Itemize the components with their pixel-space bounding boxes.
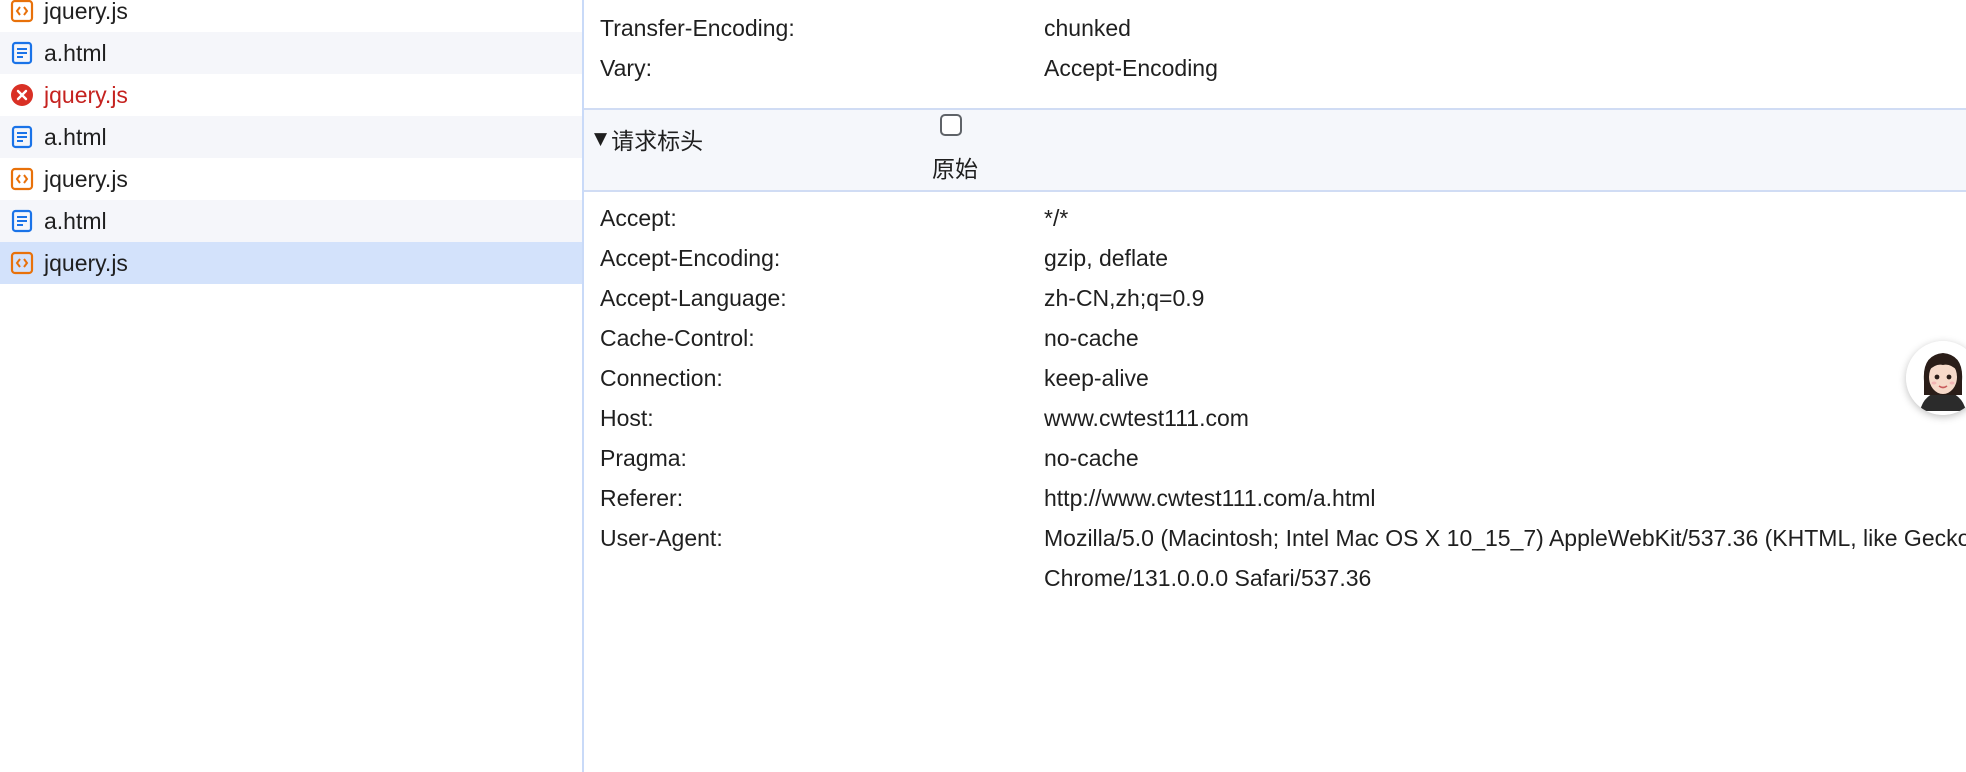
- script-icon: [10, 167, 34, 191]
- request-header-row: Cache-Control: no-cache: [584, 318, 1966, 358]
- header-name: Accept:: [600, 205, 677, 231]
- document-icon: [10, 209, 34, 233]
- header-value: zh-CN,zh;q=0.9: [1044, 285, 1205, 311]
- raw-label[interactable]: 原始: [932, 150, 978, 184]
- triangle-down-icon: ▼: [594, 129, 608, 149]
- header-value: gzip, deflate: [1044, 245, 1169, 271]
- section-title: 请求标头: [611, 128, 704, 154]
- header-value: no-cache: [1044, 445, 1139, 471]
- request-name: jquery.js: [44, 249, 128, 276]
- header-name: Pragma:: [600, 445, 687, 471]
- header-name: Cache-Control:: [600, 325, 755, 351]
- script-icon: [10, 251, 34, 275]
- header-name: Connection:: [600, 365, 723, 391]
- header-name: Referer:: [600, 485, 684, 511]
- request-row[interactable]: jquery.js: [0, 0, 582, 32]
- response-header-row: Vary: Accept-Encoding: [584, 48, 1966, 88]
- request-row[interactable]: a.html: [0, 116, 582, 158]
- header-value: Accept-Encoding: [1044, 55, 1218, 81]
- request-header-row: Host: www.cwtest111.com: [584, 398, 1966, 438]
- request-header-row: Accept-Encoding: gzip, deflate: [584, 238, 1966, 278]
- request-header-row: Accept-Language: zh-CN,zh;q=0.9: [584, 278, 1966, 318]
- document-icon: [10, 41, 34, 65]
- request-row[interactable]: jquery.js: [0, 158, 582, 200]
- error-icon: [10, 83, 34, 107]
- request-list: jquery.js a.html jquery.js a.html jquery…: [0, 0, 582, 772]
- request-header-row: Connection: keep-alive: [584, 358, 1966, 398]
- request-row-selected[interactable]: jquery.js: [0, 242, 582, 284]
- request-headers-toggle[interactable]: ▼ 请求标头: [594, 122, 703, 156]
- headers-panel: Transfer-Encoding: chunked Vary: Accept-…: [584, 0, 1966, 772]
- request-name: jquery.js: [44, 0, 128, 24]
- header-value: chunked: [1044, 15, 1131, 41]
- response-header-row: Transfer-Encoding: chunked: [584, 8, 1966, 48]
- request-row[interactable]: a.html: [0, 32, 582, 74]
- request-headers-section-header: ▼ 请求标头 原始: [584, 108, 1966, 192]
- header-name: Vary:: [600, 55, 652, 81]
- document-icon: [10, 125, 34, 149]
- script-icon: [10, 0, 34, 23]
- header-name: Transfer-Encoding:: [600, 15, 795, 41]
- request-name: a.html: [44, 39, 107, 66]
- request-row[interactable]: a.html: [0, 200, 582, 242]
- header-value: keep-alive: [1044, 365, 1149, 391]
- request-header-row: Accept: */*: [584, 198, 1966, 238]
- header-name: Accept-Language:: [600, 285, 787, 311]
- header-name: User-Agent:: [600, 525, 723, 551]
- request-header-row: Pragma: no-cache: [584, 438, 1966, 478]
- header-value: */*: [1044, 205, 1069, 231]
- request-name: jquery.js: [44, 165, 128, 192]
- request-name: a.html: [44, 207, 107, 234]
- request-header-row: User-Agent: Mozilla/5.0 (Macintosh; Inte…: [584, 518, 1966, 598]
- raw-checkbox[interactable]: [940, 114, 962, 136]
- request-row[interactable]: jquery.js: [0, 74, 582, 116]
- header-value: no-cache: [1044, 325, 1139, 351]
- request-header-row: Referer: http://www.cwtest111.com/a.html: [584, 478, 1966, 518]
- header-name: Host:: [600, 405, 654, 431]
- request-name: a.html: [44, 123, 107, 150]
- header-name: Accept-Encoding:: [600, 245, 781, 271]
- header-value: Mozilla/5.0 (Macintosh; Intel Mac OS X 1…: [1044, 525, 1966, 591]
- header-value: www.cwtest111.com: [1044, 405, 1249, 431]
- request-name: jquery.js: [44, 81, 128, 108]
- header-value: http://www.cwtest111.com/a.html: [1044, 485, 1376, 511]
